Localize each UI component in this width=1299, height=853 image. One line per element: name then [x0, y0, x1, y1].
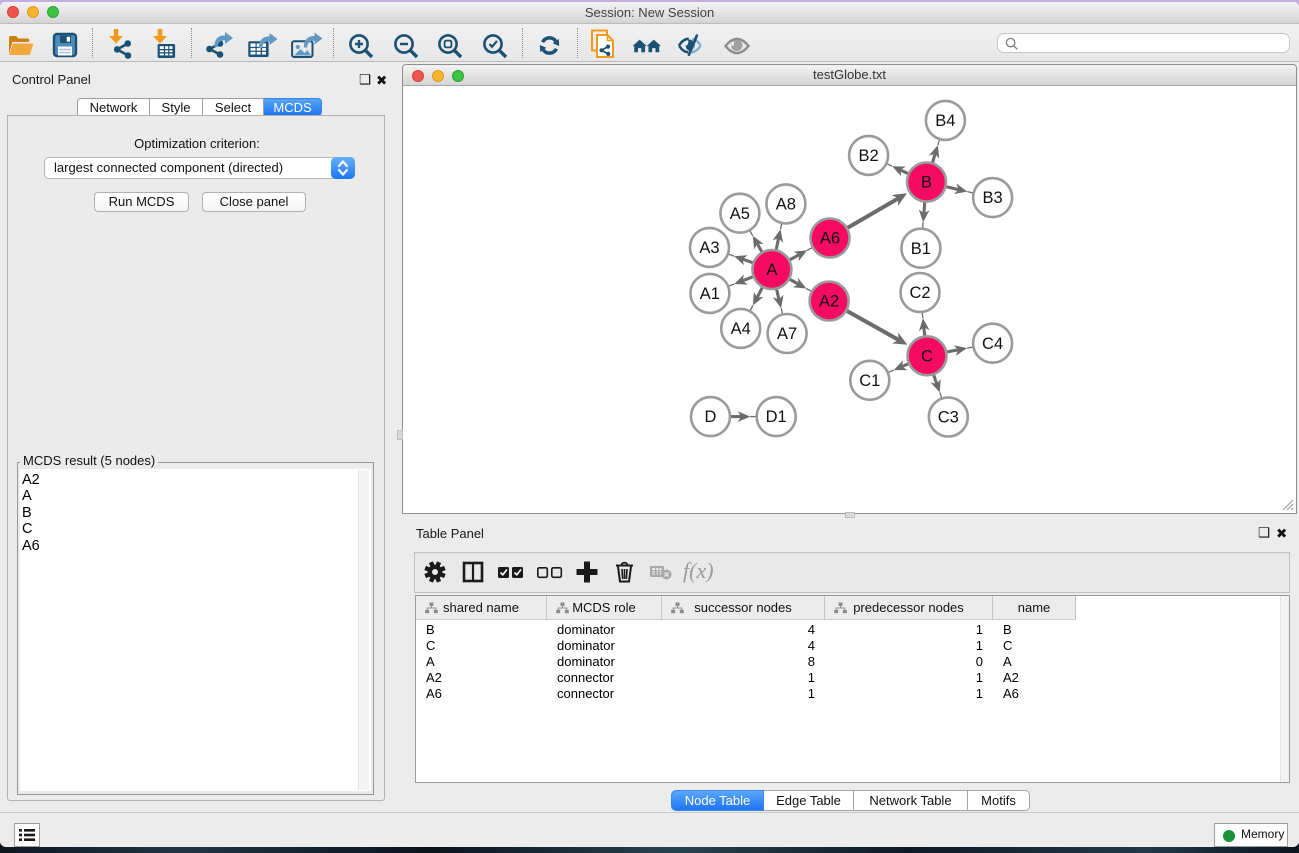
svg-text:D: D — [705, 408, 717, 426]
svg-text:B2: B2 — [859, 147, 879, 165]
svg-text:A8: A8 — [776, 196, 796, 214]
svg-text:A2: A2 — [819, 293, 839, 311]
svg-text:B1: B1 — [911, 240, 931, 258]
svg-text:B3: B3 — [983, 189, 1003, 207]
svg-text:B4: B4 — [935, 112, 955, 130]
svg-text:C: C — [921, 347, 933, 365]
svg-text:C4: C4 — [982, 335, 1003, 353]
svg-text:A5: A5 — [730, 205, 750, 223]
svg-text:B: B — [921, 174, 932, 192]
svg-text:A3: A3 — [699, 239, 719, 257]
svg-text:C3: C3 — [938, 409, 959, 427]
svg-text:D1: D1 — [766, 408, 787, 426]
svg-text:A: A — [766, 261, 777, 279]
svg-text:A4: A4 — [731, 320, 751, 338]
svg-text:A1: A1 — [700, 285, 720, 303]
svg-text:C2: C2 — [909, 284, 930, 302]
svg-text:A7: A7 — [777, 325, 797, 343]
svg-text:C1: C1 — [859, 372, 880, 390]
svg-text:A6: A6 — [820, 230, 840, 248]
